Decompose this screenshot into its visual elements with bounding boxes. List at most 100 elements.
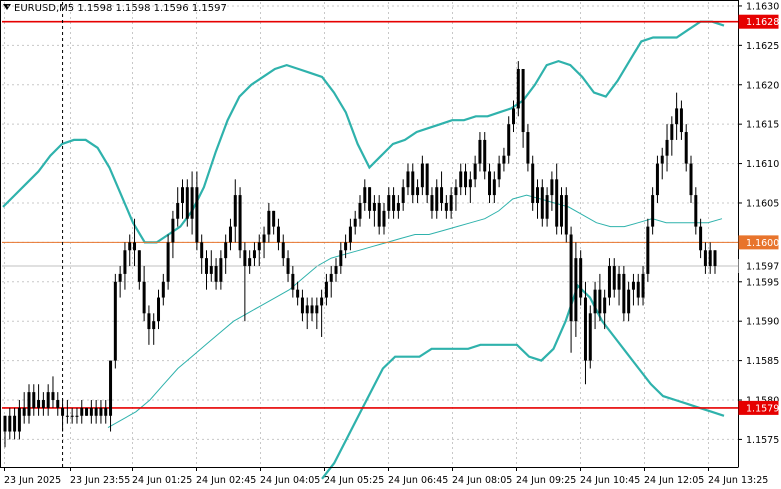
price-badge-label: 1.1600 — [746, 238, 779, 249]
candle-body — [699, 226, 703, 251]
candle-body — [296, 289, 300, 298]
candle-body — [305, 305, 309, 314]
y-tick-label: 1.1625 — [746, 41, 779, 52]
candle-body — [679, 108, 683, 133]
candle — [569, 226, 573, 353]
candle — [286, 250, 290, 282]
candle — [200, 234, 204, 274]
candle — [224, 234, 228, 274]
candle — [123, 242, 127, 290]
candle-body — [540, 187, 544, 219]
candle — [488, 163, 492, 203]
candle-body — [104, 407, 108, 416]
candle-body — [32, 392, 36, 408]
candle — [454, 179, 458, 211]
candle-body — [703, 250, 707, 267]
candle-body — [713, 250, 717, 267]
candle-body — [267, 210, 271, 235]
candle — [334, 258, 338, 282]
candle-body — [569, 234, 573, 322]
candle-body — [276, 226, 280, 243]
candle — [627, 281, 631, 322]
candle — [713, 250, 717, 274]
candle — [559, 187, 563, 235]
candle — [430, 187, 434, 219]
candle-body — [588, 313, 592, 361]
price-badge-label: 1.1597 — [746, 262, 779, 273]
candle-body — [70, 415, 74, 417]
candle-body — [85, 407, 89, 416]
candle-body — [252, 250, 256, 259]
candle-body — [315, 305, 319, 314]
candle-body — [209, 266, 213, 274]
candle-body — [286, 258, 290, 274]
candle-body — [358, 202, 362, 219]
candle-body — [310, 305, 314, 314]
candle — [478, 132, 482, 172]
candle-body — [651, 195, 655, 227]
candle-body — [41, 400, 45, 408]
candle-body — [118, 273, 122, 282]
candle — [708, 242, 712, 274]
candle-body — [488, 171, 492, 196]
candle-body — [512, 108, 516, 125]
candle-body — [622, 273, 626, 314]
candle-body — [17, 407, 21, 432]
candle-body — [89, 407, 93, 416]
candle — [152, 313, 156, 345]
candle-body — [281, 242, 285, 259]
candle-body — [137, 250, 141, 282]
candle — [655, 155, 659, 203]
candle-body — [665, 139, 669, 156]
candle — [51, 376, 55, 408]
candle-body — [238, 195, 242, 251]
candle-body — [320, 297, 324, 306]
x-tick-label: 24 Jun 10:45 — [580, 475, 640, 486]
candle — [435, 179, 439, 219]
candle — [526, 124, 530, 172]
candle — [252, 242, 256, 267]
candle — [176, 187, 180, 227]
candle-body — [37, 400, 41, 408]
candle — [545, 187, 549, 227]
candle — [324, 273, 328, 306]
candle-body — [708, 250, 712, 267]
candle — [670, 116, 674, 156]
candle-body — [636, 281, 640, 298]
candle-body — [444, 202, 448, 211]
candle — [631, 273, 635, 306]
candle-body — [593, 289, 597, 314]
candle — [89, 400, 93, 424]
candle — [171, 210, 175, 259]
candle-body — [339, 250, 343, 267]
candle — [521, 68, 525, 148]
candle — [219, 250, 223, 290]
candle — [46, 384, 50, 416]
candle-body — [631, 281, 635, 290]
candle — [56, 392, 60, 416]
candle — [348, 218, 352, 251]
candle-body — [392, 195, 396, 211]
candle — [699, 218, 703, 259]
candle-body — [531, 163, 535, 203]
candle — [190, 171, 194, 235]
candle-body — [396, 202, 400, 211]
candle — [147, 305, 151, 345]
candle-body — [8, 415, 12, 432]
candle-body — [214, 266, 218, 282]
x-tick-label: 24 Jun 04:05 — [260, 475, 320, 486]
candle-body — [675, 108, 679, 125]
candle-body — [171, 218, 175, 243]
candle-body — [440, 187, 444, 203]
candle-body — [56, 400, 60, 408]
price-chart[interactable]: 1.1630 1.1625 1.1620 1.1615 1.1610 1.1605 1.16… — [0, 0, 781, 489]
candle — [612, 258, 616, 298]
candle-body — [387, 195, 391, 211]
candle — [204, 250, 208, 290]
candle — [583, 281, 587, 385]
candle-body — [478, 139, 482, 164]
candle-body — [521, 68, 525, 133]
candle-body — [607, 266, 611, 298]
candle-body — [334, 266, 338, 274]
candle — [233, 179, 237, 243]
